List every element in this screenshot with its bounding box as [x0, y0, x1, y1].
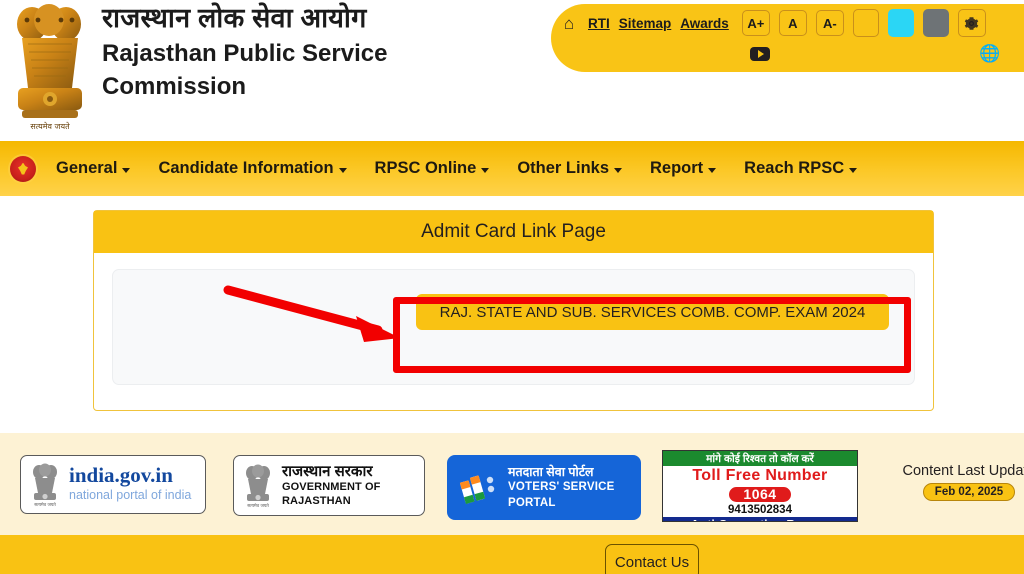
- card-body: RAJ. STATE AND SUB. SERVICES COMB. COMP.…: [94, 253, 933, 401]
- india-gov-in-text: india.gov.in national portal of india: [69, 462, 192, 505]
- india-gov-in-sub: national portal of india: [69, 487, 192, 502]
- acb-mobile-number: 9413502834: [663, 503, 857, 517]
- acb-toll-free-number: 1064: [729, 487, 791, 502]
- nav-item-other-links[interactable]: Other Links: [517, 159, 622, 178]
- globe-language-icon[interactable]: 🌐: [979, 44, 1000, 64]
- admit-card-panel: Admit Card Link Page RAJ. STATE AND SUB.…: [93, 210, 934, 411]
- page-root: सत्यमेव जयते राजस्थान लोक सेवा आयोग Raja…: [0, 0, 1024, 574]
- svg-text:सत्यमेव जयते: सत्यमेव जयते: [30, 121, 70, 131]
- gear-icon[interactable]: [957, 9, 986, 37]
- card-header: Admit Card Link Page: [94, 211, 933, 253]
- youtube-icon[interactable]: [750, 47, 770, 61]
- acb-tagline: मांगे कोई रिश्वत तो कॉल करें: [663, 451, 857, 466]
- chevron-down-icon: [708, 167, 717, 173]
- theme-swatch-yellow[interactable]: [852, 9, 879, 37]
- header-link-awards[interactable]: Awards: [680, 16, 729, 31]
- nav-item-general[interactable]: General: [56, 159, 131, 178]
- chevron-down-icon: [849, 167, 858, 173]
- svg-text:सत्यमेव जयते: सत्यमेव जयते: [247, 503, 269, 508]
- links-panel: RAJ. STATE AND SUB. SERVICES COMB. COMP.…: [112, 269, 915, 385]
- chevron-down-icon: [338, 167, 347, 173]
- chevron-down-icon: [481, 167, 490, 173]
- voters-portal-english: VOTERS' SERVICE PORTAL: [508, 481, 615, 509]
- page-title: Admit Card Link Page: [421, 221, 606, 242]
- site-header: सत्यमेव जयते राजस्थान लोक सेवा आयोग Raja…: [0, 0, 1024, 140]
- header-utility-pill: ⌂ RTI Sitemap Awards A+ A A- 🌐: [551, 4, 1024, 72]
- voters-portal-text: मतदाता सेवा पोर्टल VOTERS' SERVICE PORTA…: [508, 464, 641, 512]
- chevron-down-icon: [614, 167, 622, 173]
- home-icon[interactable]: ⌂: [559, 13, 579, 33]
- india-gov-in-logo[interactable]: सत्यमेव जयते india.gov.in national porta…: [20, 455, 206, 514]
- header-social-row: 🌐: [551, 42, 1024, 72]
- chevron-down-icon: [122, 167, 131, 173]
- nav-label: Reach RPSC: [744, 159, 845, 177]
- acb-title: Anti Corruption Bureau: [663, 517, 857, 521]
- header-utility-row: ⌂ RTI Sitemap Awards A+ A A-: [551, 4, 1024, 42]
- national-emblem-icon: सत्यमेव जयते: [33, 463, 57, 507]
- nav-item-candidate-information[interactable]: Candidate Information: [158, 159, 347, 178]
- voters-portal-hindi: मतदाता सेवा पोर्टल: [508, 464, 594, 479]
- nav-item-rpsc-online[interactable]: RPSC Online: [375, 159, 490, 178]
- nav-label: RPSC Online: [374, 159, 477, 177]
- nav-label: Other Links: [517, 159, 609, 177]
- header-link-sitemap[interactable]: Sitemap: [619, 16, 672, 31]
- nav-label: Report: [650, 159, 704, 177]
- brand-title-english-line2: Commission: [102, 73, 247, 101]
- brand-title-hindi: राजस्थान लोक सेवा आयोग: [102, 3, 367, 33]
- nav-item-report[interactable]: Report: [650, 159, 717, 178]
- nav-label: General: [56, 159, 118, 177]
- footer-bottom-bar: [0, 535, 1024, 574]
- header-link-rti[interactable]: RTI: [588, 16, 610, 31]
- content-last-update: Content Last Update Feb 02, 2025: [894, 463, 1024, 501]
- nav-item-reach-rpsc[interactable]: Reach RPSC: [744, 159, 858, 178]
- content-last-update-badge: Feb 02, 2025: [922, 483, 1016, 501]
- voters-service-portal-logo[interactable]: मतदाता सेवा पोर्टल VOTERS' SERVICE PORTA…: [447, 455, 641, 520]
- contact-us-button[interactable]: Contact Us: [605, 544, 699, 574]
- main-navigation: General Candidate Information RPSC Onlin…: [0, 141, 1024, 196]
- national-emblem-icon: सत्यमेव जयते: [246, 464, 270, 508]
- government-of-rajasthan-logo[interactable]: सत्यमेव जयते राजस्थान सरकार GOVERNMENT O…: [233, 455, 425, 516]
- svg-text:सत्यमेव जयते: सत्यमेव जयते: [34, 502, 56, 507]
- rajasthan-government-hindi: राजस्थान सरकार: [282, 462, 373, 480]
- site-brand: राजस्थान लोक सेवा आयोग Rajasthan Public …: [102, 2, 532, 103]
- rpsc-logo-icon[interactable]: [10, 155, 36, 182]
- nav-label: Candidate Information: [158, 159, 334, 177]
- rajasthan-government-english: GOVERNMENT OF RAJASTHAN: [282, 480, 381, 508]
- content-last-update-label: Content Last Update: [902, 463, 1024, 479]
- national-emblem-icon: सत्यमेव जयते: [17, 4, 82, 131]
- theme-swatch-cyan[interactable]: [887, 9, 914, 37]
- font-normal-button[interactable]: A: [778, 10, 807, 36]
- rajasthan-government-text: राजस्थान सरकार GOVERNMENT OF RAJASTHAN: [282, 463, 424, 509]
- brand-title-english-line1: Rajasthan Public Service: [102, 39, 388, 67]
- theme-swatch-gray[interactable]: [922, 9, 949, 37]
- font-decrease-button[interactable]: A-: [815, 10, 844, 36]
- india-gov-in-main: india.gov.in: [69, 462, 173, 487]
- acb-toll-free-row: 1064: [663, 486, 857, 503]
- exam-admit-card-link-button[interactable]: RAJ. STATE AND SUB. SERVICES COMB. COMP.…: [416, 294, 889, 330]
- acb-toll-free-label: Toll Free Number: [663, 466, 857, 486]
- font-increase-button[interactable]: A+: [741, 10, 770, 36]
- ballot-box-icon: [459, 474, 495, 504]
- anti-corruption-bureau-banner[interactable]: मांगे कोई रिश्वत तो कॉल करें Toll Free N…: [662, 450, 858, 522]
